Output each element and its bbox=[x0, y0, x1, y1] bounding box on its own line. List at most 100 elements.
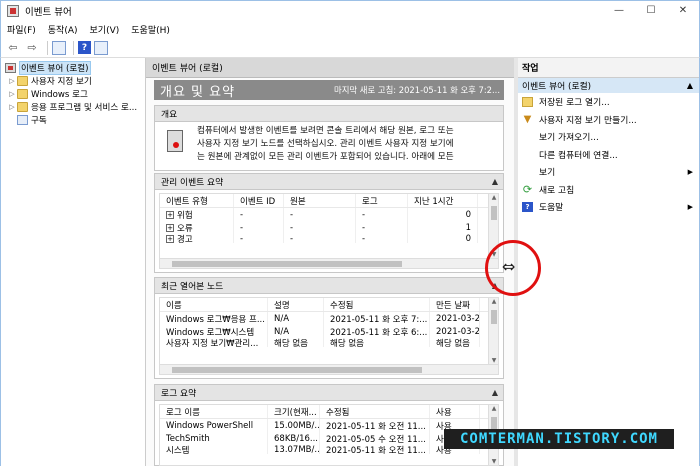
tree-node-windows-logs[interactable]: ▷ Windows 로그 bbox=[1, 87, 145, 100]
expand-plus-icon[interactable]: + bbox=[166, 223, 174, 232]
section-title: 관리 이벤트 요약 bbox=[161, 178, 224, 188]
resize-cursor-icon: ⇔ bbox=[502, 257, 516, 276]
folder-icon bbox=[17, 75, 28, 86]
overview-header[interactable]: 개요 bbox=[155, 106, 503, 122]
action-help[interactable]: ? 도움말 ▶ bbox=[518, 198, 699, 216]
help-icon[interactable]: ? bbox=[78, 41, 91, 54]
table-row[interactable]: + 경고 - - - 0 bbox=[160, 234, 498, 243]
event-type: 경고 bbox=[177, 234, 193, 244]
recent-nodes-header[interactable]: 최근 열어본 노드 ▲ bbox=[155, 278, 503, 294]
table-row[interactable]: 사용자 지정 보기₩관리... 해당 없음 해당 없음 해당 없음 bbox=[160, 338, 498, 347]
actions-group-header[interactable]: 이벤트 뷰어 (로컬) ▲ bbox=[518, 78, 699, 93]
table-cell: 2021-05-05 수 오전 11... bbox=[320, 432, 430, 445]
column-header[interactable]: 크기(현재... bbox=[268, 405, 320, 418]
expand-chevron-icon[interactable]: ▷ bbox=[7, 103, 17, 111]
expand-chevron-icon[interactable]: ▷ bbox=[7, 77, 17, 85]
table-cell: 0 bbox=[408, 234, 478, 243]
column-header[interactable]: 원본 bbox=[284, 194, 356, 207]
table-cell: - bbox=[234, 208, 284, 221]
collapse-caret-icon[interactable]: ▲ bbox=[687, 81, 693, 90]
column-header[interactable]: 이벤트 ID bbox=[234, 194, 284, 207]
expand-chevron-icon[interactable]: ▷ bbox=[7, 90, 17, 98]
show-hide-console-tree-icon[interactable] bbox=[52, 40, 66, 55]
scroll-down-icon[interactable]: ▼ bbox=[489, 357, 498, 364]
collapse-caret-icon[interactable]: ▲ bbox=[492, 388, 498, 397]
forward-arrow-icon[interactable]: ⇨ bbox=[24, 40, 40, 56]
column-header[interactable]: 지난 1시간 bbox=[408, 194, 478, 207]
vertical-scrollbar[interactable]: ▲ ▼ bbox=[488, 298, 498, 364]
minimize-button[interactable]: — bbox=[603, 1, 635, 20]
title-bar: 이벤트 뷰어 — ☐ ✕ bbox=[0, 0, 700, 20]
tree-node-subscriptions[interactable]: 구독 bbox=[1, 113, 145, 126]
table-row[interactable]: Windows 로그₩시스템 N/A 2021-05-11 화 오후 6:...… bbox=[160, 325, 498, 338]
tree-node-label: 구독 bbox=[31, 115, 47, 126]
table-cell: - bbox=[356, 208, 408, 221]
scroll-down-icon[interactable]: ▼ bbox=[489, 458, 498, 465]
table-cell: - bbox=[356, 234, 408, 243]
column-header[interactable]: 로그 이름 bbox=[160, 405, 268, 418]
action-label: 도움말 bbox=[539, 203, 564, 214]
menu-view[interactable]: 보기(V) bbox=[84, 23, 126, 36]
table-row[interactable]: + 오류 - - - 1 bbox=[160, 221, 498, 234]
table-cell: 13.07MB/... bbox=[268, 445, 320, 454]
column-header[interactable]: 이벤트 유형 bbox=[160, 194, 234, 207]
table-header: 로그 이름 크기(현재... 수정됨 사용 bbox=[160, 405, 498, 419]
folder-open-icon bbox=[522, 96, 533, 107]
action-import-custom-view[interactable]: 보기 가져오기... bbox=[518, 128, 699, 146]
table-row[interactable]: + 위험 - - - 0 bbox=[160, 208, 498, 221]
back-arrow-icon[interactable]: ⇦ bbox=[5, 40, 21, 56]
close-button[interactable]: ✕ bbox=[667, 1, 699, 20]
action-refresh[interactable]: ⟳ 새로 고침 bbox=[518, 181, 699, 199]
action-create-custom-view[interactable]: ▼ 사용자 지정 보기 만들기... bbox=[518, 111, 699, 129]
column-header[interactable]: 수정됨 bbox=[324, 298, 430, 311]
menu-help[interactable]: 도움말(H) bbox=[125, 23, 176, 36]
admin-events-header[interactable]: 관리 이벤트 요약 ▲ bbox=[155, 174, 503, 190]
column-header[interactable]: 수정됨 bbox=[320, 405, 430, 418]
action-connect-another-computer[interactable]: 다른 컴퓨터에 연결... bbox=[518, 146, 699, 164]
tree-node-app-services-logs[interactable]: ▷ 응용 프로그램 및 서비스 로... bbox=[1, 100, 145, 113]
scrollbar-thumb[interactable] bbox=[172, 367, 422, 373]
scroll-up-icon[interactable]: ▲ bbox=[489, 405, 498, 412]
folder-icon bbox=[17, 101, 28, 112]
table-cell: 68KB/16... bbox=[268, 432, 320, 445]
action-view[interactable]: 보기 ▶ bbox=[518, 163, 699, 181]
column-header[interactable]: 설명 bbox=[268, 298, 324, 311]
overview-line: 는 원본에 관계없이 모든 관리 이벤트가 포함되어 있습니다. 아래에 모든 bbox=[197, 152, 454, 162]
scrollbar-thumb[interactable] bbox=[172, 261, 402, 267]
scrollbar-thumb[interactable] bbox=[491, 206, 497, 220]
column-header[interactable]: 만든 날짜 bbox=[430, 298, 480, 311]
tree-node-root[interactable]: 이벤트 뷰어 (로컬) bbox=[1, 60, 145, 75]
column-header[interactable]: 로그 bbox=[356, 194, 408, 207]
scrollbar-thumb[interactable] bbox=[491, 310, 497, 324]
expand-plus-icon[interactable]: + bbox=[166, 234, 174, 243]
horizontal-scrollbar[interactable] bbox=[160, 258, 498, 268]
column-header[interactable]: 사용 bbox=[430, 405, 480, 418]
submenu-arrow-icon: ▶ bbox=[687, 202, 693, 211]
action-label: 보기 가져오기... bbox=[539, 133, 599, 144]
table-cell: 1 bbox=[408, 221, 478, 234]
table-cell: - bbox=[234, 234, 284, 243]
table-cell: TechSmith bbox=[160, 432, 268, 445]
summary-title-bar: 개요 및 요약 마지막 새로 고침: 2021-05-11 화 오후 7:2..… bbox=[154, 80, 504, 100]
overview-line: 사용자 지정 보기 노드를 선택하십시오. 관리 이벤트 사용자 지정 보기에 bbox=[197, 139, 454, 149]
table-row[interactable]: Windows 로그₩응용 프... N/A 2021-05-11 화 오후 7… bbox=[160, 312, 498, 325]
maximize-button[interactable]: ☐ bbox=[635, 1, 667, 20]
table-cell: Windows 로그₩응용 프... bbox=[160, 312, 268, 325]
action-open-saved-log[interactable]: 저장된 로그 열기... bbox=[518, 93, 699, 111]
overview-line: 컴퓨터에서 발생한 이벤트를 보려면 콘솔 트리에서 해당 원본, 로그 또는 bbox=[197, 126, 454, 136]
collapse-caret-icon[interactable]: ▲ bbox=[492, 177, 498, 186]
expand-plus-icon[interactable]: + bbox=[166, 210, 174, 219]
tree-node-custom-views[interactable]: ▷ 사용자 지정 보기 bbox=[1, 74, 145, 87]
show-hide-action-pane-icon[interactable] bbox=[94, 40, 108, 55]
menu-file[interactable]: 파일(F) bbox=[1, 23, 42, 36]
admin-events-table: 이벤트 유형 이벤트 ID 원본 로그 지난 1시간 + 위험 - - - 0 +… bbox=[159, 193, 499, 269]
horizontal-scrollbar[interactable] bbox=[160, 364, 498, 374]
table-cell: - bbox=[284, 208, 356, 221]
scroll-up-icon[interactable]: ▲ bbox=[489, 194, 498, 201]
menu-action[interactable]: 동작(A) bbox=[42, 23, 84, 36]
toolbar-divider bbox=[47, 40, 48, 55]
log-summary-header[interactable]: 로그 요약 ▲ bbox=[155, 385, 503, 401]
column-header[interactable]: 이름 bbox=[160, 298, 268, 311]
actions-pane: 작업 이벤트 뷰어 (로컬) ▲ 저장된 로그 열기... ▼ 사용자 지정 보… bbox=[518, 58, 700, 466]
scroll-up-icon[interactable]: ▲ bbox=[489, 298, 498, 305]
